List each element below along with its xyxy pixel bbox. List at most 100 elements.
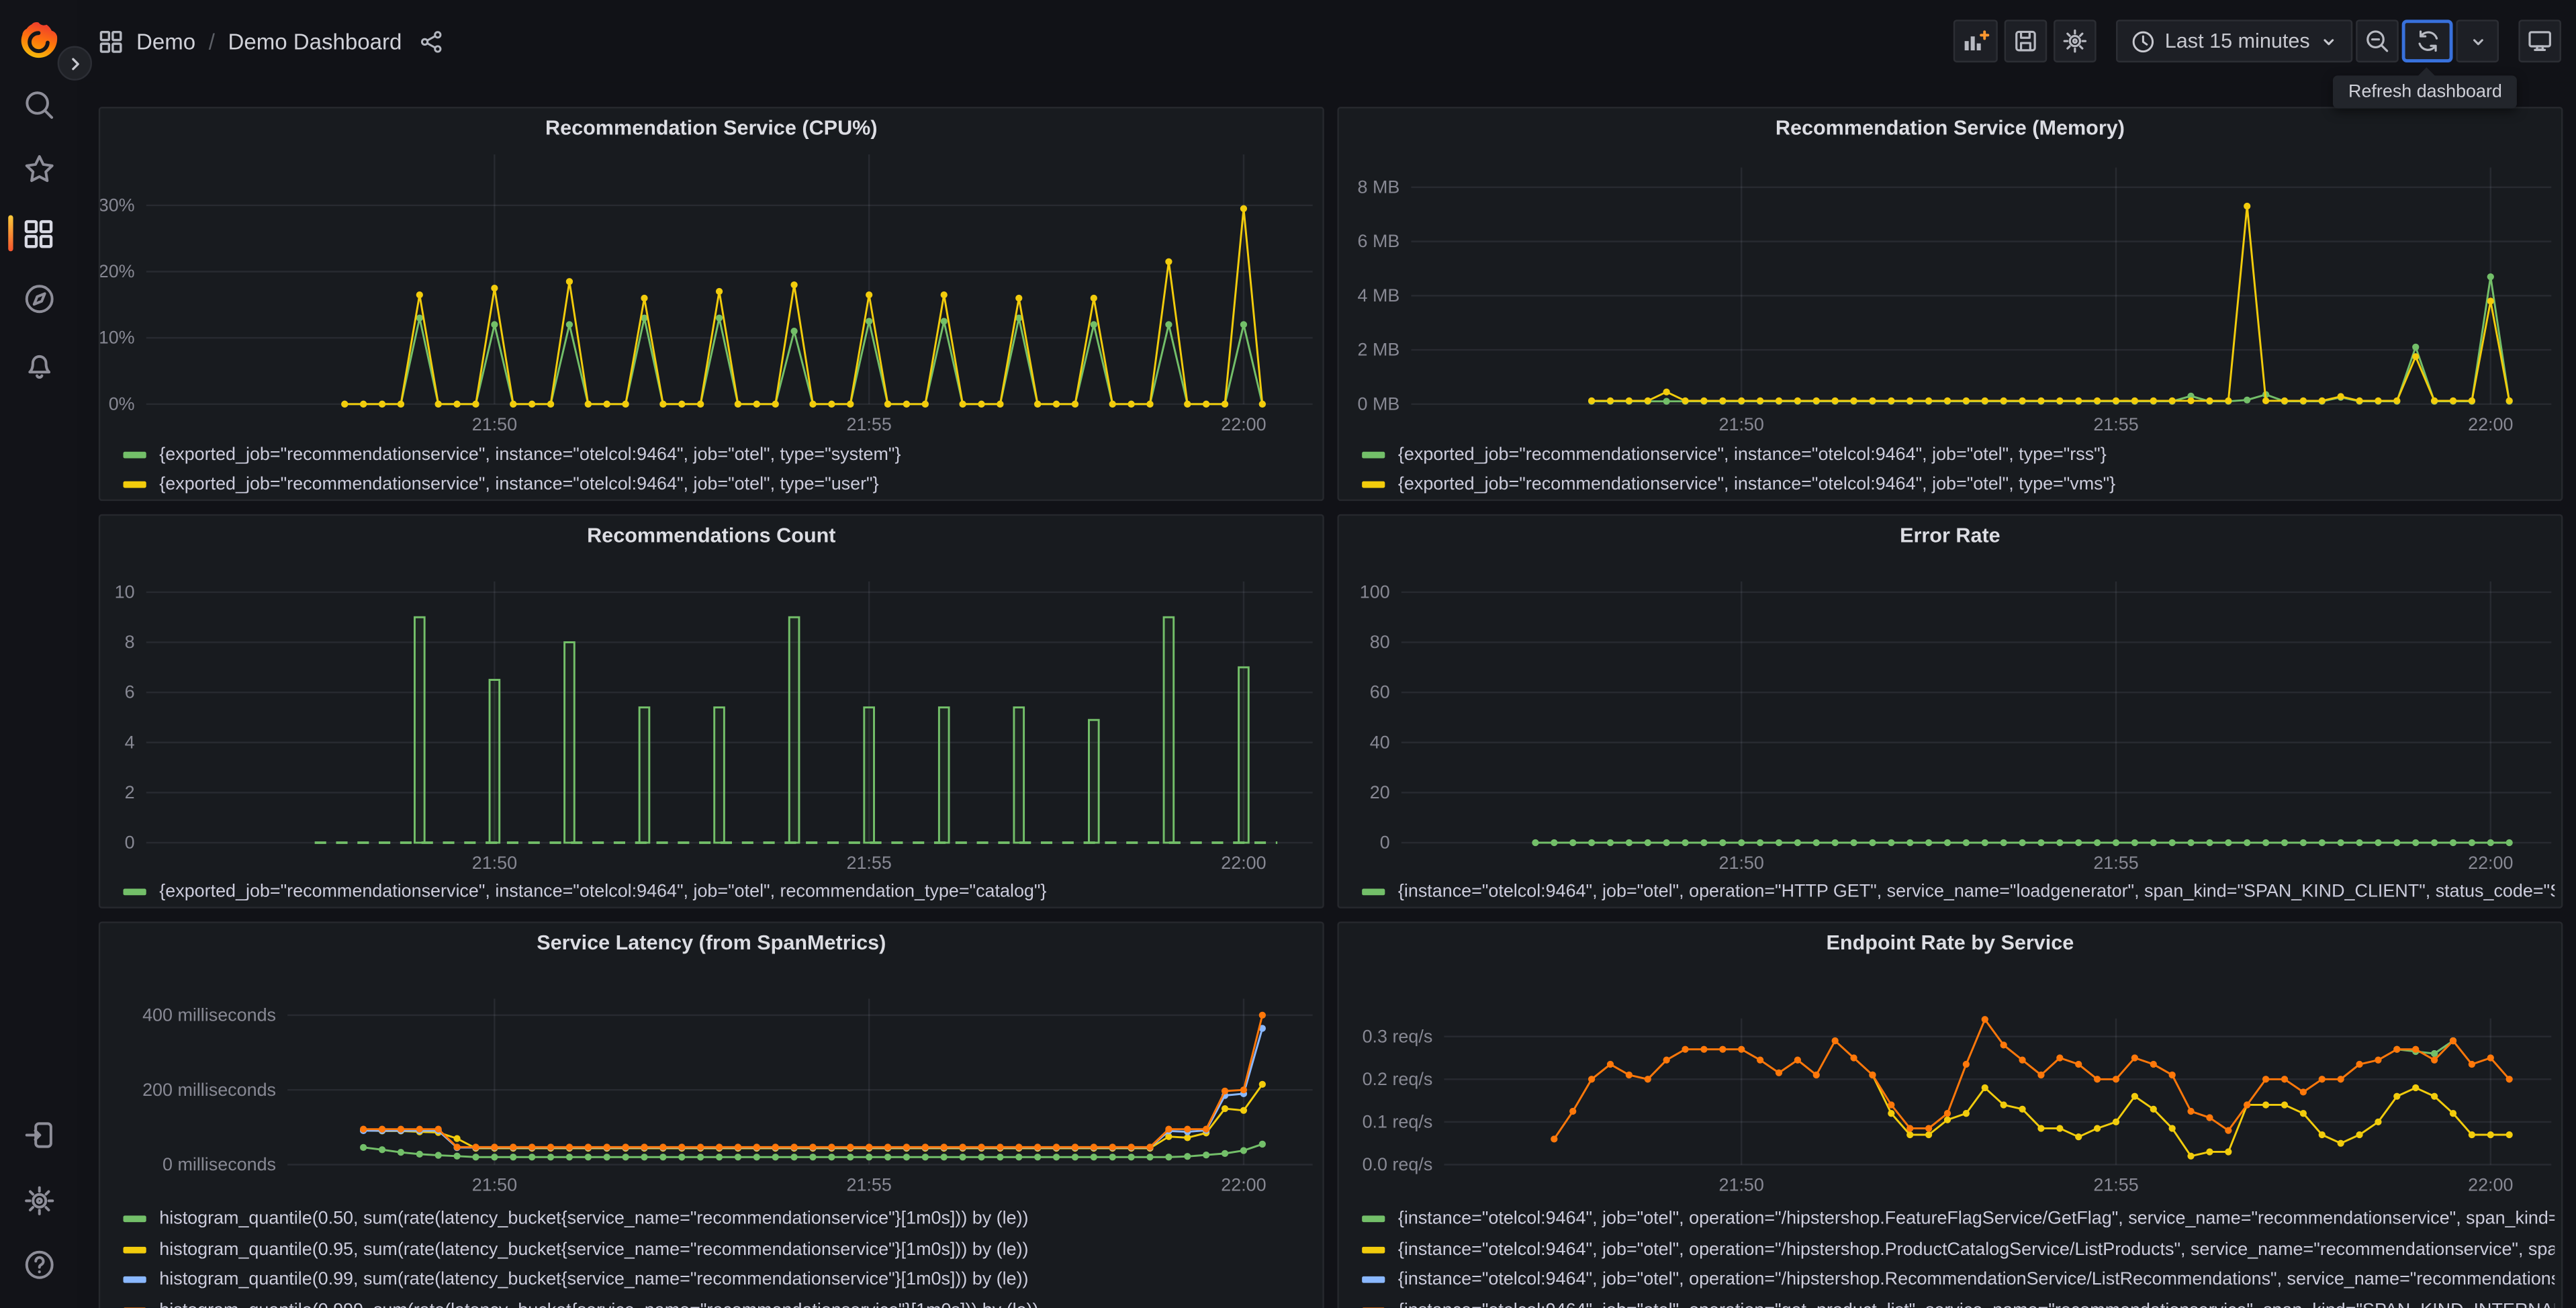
- x-tick-label: 21:50: [472, 1175, 517, 1195]
- legend-item[interactable]: {instance="otelcol:9464", job="otel", op…: [1362, 1234, 2555, 1264]
- breadcrumb-folder[interactable]: Demo: [136, 29, 195, 54]
- count-legend: {exported_job="recommendationservice", i…: [123, 877, 1316, 906]
- legend-item[interactable]: histogram_quantile(0.50, sum(rate(latenc…: [123, 1204, 1316, 1234]
- y-tick-label: 20: [1370, 782, 1390, 802]
- legend-swatch: [123, 451, 146, 459]
- panel-recommendation-memory: Recommendation Service (Memory) 0 MB 2 MB…: [1337, 107, 2563, 502]
- legend-swatch: [123, 1246, 146, 1254]
- legend-item[interactable]: {exported_job="recommendationservice", i…: [1362, 470, 2555, 500]
- legend-swatch: [1362, 1246, 1385, 1254]
- error-rate-chart-canvas[interactable]: 0 20 40 60 80 100 21:50 21:55 22:00: [1339, 516, 2561, 908]
- x-tick-label: 21:50: [1719, 853, 1764, 873]
- expand-sidebar-button[interactable]: [57, 46, 92, 81]
- sidebar-item-configuration[interactable]: [0, 1173, 77, 1229]
- refresh-dashboard-button[interactable]: [2401, 19, 2453, 62]
- y-tick-label: 0%: [109, 393, 135, 414]
- legend-label: {instance="otelcol:9464", job="otel", op…: [1398, 1301, 2555, 1308]
- series-line: [2397, 1039, 2454, 1055]
- legend-item[interactable]: {exported_job="recommendationservice", i…: [1362, 440, 2555, 470]
- share-icon: [420, 30, 441, 52]
- legend-item[interactable]: {exported_job="recommendationservice", i…: [123, 440, 1316, 470]
- y-tick-label: 6: [125, 682, 135, 702]
- y-tick-label: 0.0 req/s: [1363, 1154, 1433, 1174]
- y-tick-label: 0.2 req/s: [1363, 1069, 1433, 1089]
- sidebar-item-dashboards[interactable]: [0, 205, 77, 261]
- save-icon: [2015, 30, 2036, 52]
- legend-label: {instance="otelcol:9464", job="otel", op…: [1397, 1270, 2555, 1291]
- panel-service-latency: Service Latency (from SpanMetrics) 0 mil…: [98, 921, 1324, 1308]
- legend-item[interactable]: histogram_quantile(0.999, sum(rate(laten…: [123, 1295, 1316, 1308]
- kiosk-mode-button[interactable]: [2518, 19, 2561, 62]
- y-tick-label: 400 milliseconds: [142, 1005, 276, 1025]
- save-dashboard-button[interactable]: [2004, 19, 2047, 62]
- chevron-down-icon: [2324, 38, 2334, 45]
- legend-item[interactable]: {exported_job="recommendationservice", i…: [123, 470, 1316, 500]
- y-tick-label: 8: [125, 632, 135, 652]
- bar: [1013, 706, 1025, 844]
- sidebar-item-explore[interactable]: [0, 271, 77, 327]
- legend-item[interactable]: histogram_quantile(0.99, sum(rate(latenc…: [123, 1265, 1316, 1295]
- add-panel-icon: [1964, 30, 1989, 51]
- sidebar-item-starred[interactable]: [0, 141, 77, 197]
- legend-label: {exported_job="recommendationservice", i…: [159, 445, 901, 465]
- y-tick-label: 2: [125, 782, 135, 802]
- legend-item[interactable]: {exported_job="recommendationservice", i…: [123, 877, 1316, 906]
- legend-swatch: [1362, 1276, 1385, 1284]
- series-line: [363, 1015, 1264, 1148]
- y-tick-label: 200 milliseconds: [142, 1080, 276, 1100]
- x-tick-label: 21:55: [2093, 1175, 2138, 1195]
- dashboard-settings-button[interactable]: [2053, 19, 2097, 62]
- endpoint-rate-chart-canvas[interactable]: 0.0 req/s 0.1 req/s 0.2 req/s 0.3 req/s 21:5…: [1339, 923, 2561, 1203]
- legend-item[interactable]: {instance="otelcol:9464", job="otel", op…: [1362, 1204, 2555, 1234]
- x-tick-label: 22:00: [2468, 1175, 2513, 1195]
- legend-swatch: [123, 481, 146, 488]
- legend-item[interactable]: histogram_quantile(0.95, sum(rate(latenc…: [123, 1234, 1316, 1264]
- gear-icon: [2062, 29, 2086, 53]
- y-tick-label: 4 MB: [1358, 285, 1400, 306]
- zoom-out-time-button[interactable]: [2356, 19, 2399, 62]
- breadcrumb: Demo / Demo Dashboard: [99, 0, 443, 82]
- legend-item[interactable]: {instance="otelcol:9464", job="otel", op…: [1362, 1295, 2555, 1308]
- series-line: [363, 1028, 1264, 1149]
- dashboard-toolbar: Last 15 minutes: [1953, 19, 2561, 62]
- sidebar-item-help[interactable]: [0, 1237, 77, 1293]
- legend-label: {instance="otelcol:9464", job="otel", op…: [1397, 1240, 2555, 1260]
- sidebar-item-search[interactable]: [0, 77, 77, 133]
- legend-label: {instance="otelcol:9464", job="otel", op…: [1397, 1209, 2555, 1229]
- sign-in-icon: [24, 1122, 52, 1148]
- legend-item[interactable]: {instance="otelcol:9464", job="otel", op…: [1362, 877, 2555, 906]
- top-nav: Demo / Demo Dashboard Last 15 minutes Re…: [77, 0, 2576, 109]
- legend-swatch: [1362, 481, 1385, 488]
- time-range-picker[interactable]: Last 15 minutes: [2115, 19, 2353, 62]
- x-tick-label: 22:00: [1221, 414, 1266, 434]
- legend-item[interactable]: {instance="otelcol:9464", job="otel", op…: [1362, 1265, 2555, 1295]
- y-tick-label: 20%: [100, 261, 134, 281]
- legend-swatch: [1362, 1215, 1385, 1223]
- sidebar-item-sign-in[interactable]: [0, 1107, 77, 1163]
- x-tick-label: 21:55: [846, 853, 891, 873]
- series-line: [1592, 205, 2511, 402]
- breadcrumb-separator: /: [208, 28, 215, 54]
- compass-icon: [24, 285, 53, 314]
- sidebar-item-alerting[interactable]: [0, 337, 77, 393]
- count-chart-canvas[interactable]: 0 2 4 6 8 10 21:50 21:55 22:00: [100, 516, 1322, 908]
- legend-label: histogram_quantile(0.999, sum(rate(laten…: [159, 1301, 1038, 1308]
- chevron-down-icon: [2472, 38, 2483, 45]
- share-dashboard-button[interactable]: [418, 29, 443, 54]
- sidebar: [0, 0, 77, 1308]
- latency-chart-canvas[interactable]: 0 milliseconds 200 milliseconds 400 millis…: [100, 923, 1322, 1203]
- breadcrumb-dashboard[interactable]: Demo Dashboard: [228, 29, 402, 54]
- refresh-interval-dropdown[interactable]: [2456, 19, 2499, 62]
- series-line: [363, 1084, 1264, 1150]
- y-tick-label: 10: [115, 581, 135, 602]
- time-range-label: Last 15 minutes: [2164, 30, 2310, 53]
- x-tick-label: 22:00: [1221, 853, 1266, 873]
- y-tick-label: 100: [1360, 581, 1390, 602]
- latency-legend: histogram_quantile(0.50, sum(rate(latenc…: [123, 1204, 1316, 1308]
- add-panel-button[interactable]: [1953, 19, 1998, 62]
- x-tick-label: 21:55: [2093, 853, 2138, 873]
- grafana-app: Demo / Demo Dashboard Last 15 minutes Re…: [0, 0, 2576, 1308]
- bar: [1238, 666, 1250, 844]
- legend-swatch: [1362, 888, 1385, 896]
- legend-swatch: [123, 888, 146, 896]
